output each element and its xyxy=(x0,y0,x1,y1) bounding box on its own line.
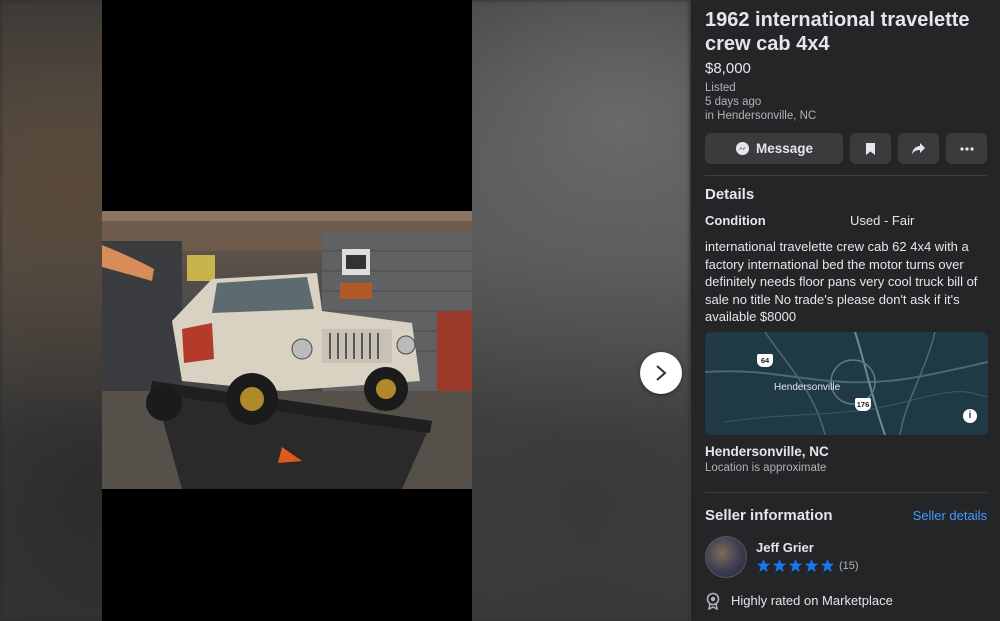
star-icon xyxy=(756,558,771,573)
listing-photo[interactable] xyxy=(102,211,472,489)
seller-details-link[interactable]: Seller details xyxy=(913,508,987,523)
message-button-label: Message xyxy=(755,141,814,156)
share-button[interactable] xyxy=(898,133,939,164)
seller-info: Jeff Grier (15) xyxy=(756,540,859,573)
route-b-number: 176 xyxy=(856,399,870,409)
location-map[interactable]: 64 176 Hendersonville i xyxy=(705,331,988,435)
seller-badge-label: Highly rated on Marketplace xyxy=(731,593,893,608)
location-city: Hendersonville, NC xyxy=(705,443,829,459)
map-roads xyxy=(705,331,988,435)
condition-label: Condition xyxy=(705,213,766,228)
save-button[interactable] xyxy=(850,133,891,164)
award-badge-icon xyxy=(706,592,720,610)
route-shield: 176 xyxy=(855,397,871,411)
next-photo-button[interactable] xyxy=(640,352,682,394)
star-icon xyxy=(804,558,819,573)
listed-label: Listed xyxy=(705,82,736,94)
listing-description: international travelette crew cab 62 4x4… xyxy=(705,239,978,324)
message-button[interactable]: Message xyxy=(705,133,843,164)
listed-location: in Hendersonville, NC xyxy=(705,110,817,122)
map-info-icon[interactable]: i xyxy=(963,408,977,423)
listing-title: 1962 international travelette crew cab 4… xyxy=(705,9,970,55)
divider xyxy=(705,175,987,176)
listing-meta: Listed 5 days ago in Hendersonville, NC xyxy=(705,81,987,123)
media-viewer xyxy=(0,0,690,621)
details-heading: Details xyxy=(705,186,755,203)
seller-heading: Seller information xyxy=(705,506,833,524)
seller-row: Jeff Grier (15) xyxy=(705,535,987,578)
listing-info-panel: 1962 international travelette crew cab 4… xyxy=(690,0,1000,621)
chevron-right-icon xyxy=(656,365,667,381)
rating-count: (15) xyxy=(839,559,859,572)
condition-value: Used - Fair xyxy=(850,213,915,228)
location-note: Location is approximate xyxy=(705,461,827,474)
seller-rating: (15) xyxy=(756,558,859,573)
bookmark-icon xyxy=(866,142,875,155)
truck-photo-illustration xyxy=(102,211,472,489)
divider xyxy=(705,491,987,493)
route-a-number: 64 xyxy=(760,355,770,365)
seller-name[interactable]: Jeff Grier xyxy=(756,540,859,555)
star-icon xyxy=(788,558,803,573)
seller-header: Seller information Seller details xyxy=(705,507,987,524)
map-city-label: Hendersonville xyxy=(774,381,841,393)
messenger-icon xyxy=(735,141,750,156)
star-icon xyxy=(820,558,835,573)
share-icon xyxy=(912,143,925,155)
listed-time: 5 days ago xyxy=(705,96,762,108)
listing-price: $8,000 xyxy=(705,60,751,77)
route-shield: 64 xyxy=(757,353,773,367)
star-icon xyxy=(772,558,787,573)
seller-badge: Highly rated on Marketplace xyxy=(705,592,987,610)
more-icon xyxy=(959,146,974,151)
photo-frame xyxy=(102,0,472,621)
action-bar: Message xyxy=(705,133,987,164)
more-button[interactable] xyxy=(946,133,987,164)
seller-avatar[interactable] xyxy=(705,535,747,578)
condition-row: Condition Used - Fair xyxy=(705,213,987,228)
